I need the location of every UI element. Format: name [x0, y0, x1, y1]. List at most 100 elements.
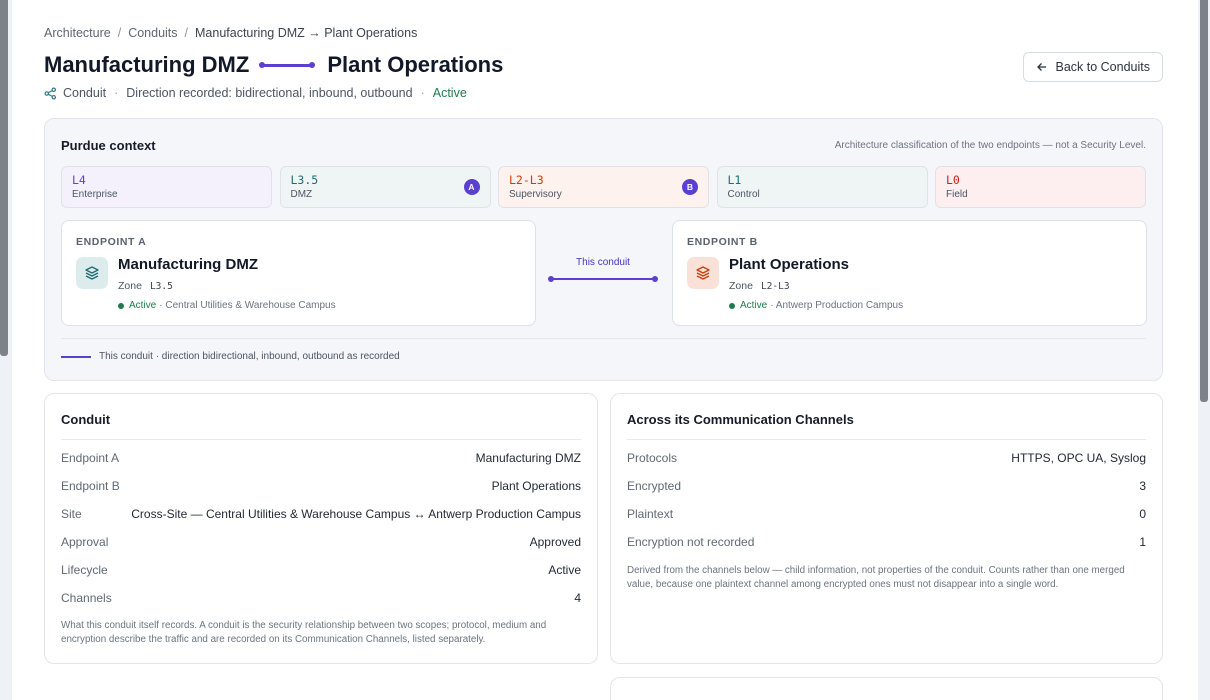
endpoint-a-status: Active · Central Utilities & Warehouse C…: [118, 300, 336, 311]
site-text: · Antwerp Production Campus: [770, 300, 904, 311]
zone-label: Zone: [729, 280, 753, 292]
channels-card: Across its Communication Channels Protoc…: [610, 393, 1163, 664]
meta-type: Conduit: [63, 86, 107, 100]
conduit-properties: Endpoint A Manufacturing DMZ Endpoint B Pl…: [61, 444, 581, 612]
property-row: Lifecycle Active: [61, 556, 581, 584]
title-endpoint-b: Plant Operations: [327, 52, 504, 77]
title-endpoint-a: Manufacturing DMZ: [44, 52, 250, 77]
conduit-link-icon: [259, 61, 316, 68]
conduit-legend: This conduit · direction bidirectional, …: [61, 338, 1146, 362]
property-row: Endpoint B Plant Operations: [61, 472, 581, 500]
back-button-label: Back to Conduits: [1055, 60, 1151, 74]
legend-line-icon: [61, 355, 91, 358]
endpoint-a-card[interactable]: ENDPOINT A Manufacturing DMZ Zone L3.5 Ac…: [61, 220, 536, 326]
level-code: L4: [72, 173, 86, 187]
endpoint-b-status: Active · Antwerp Production Campus: [729, 300, 903, 311]
page-title: Manufacturing DMZ Plant Operations: [44, 52, 503, 78]
endpoint-a-badge: A: [463, 179, 480, 195]
property-key: Endpoint A: [61, 451, 120, 465]
level-code: L3.5: [290, 173, 319, 187]
right-scrollbar[interactable]: [1200, 0, 1208, 402]
property-row: Channels 4: [61, 584, 581, 612]
conduit-connector: This conduit: [547, 257, 659, 282]
property-value: 3: [1139, 479, 1146, 493]
purdue-levels: L4 Enterprise L3.5 DMZ A L2-L3 Superviso…: [61, 166, 1146, 208]
property-row: Site Cross-Site — Central Utilities & War…: [61, 500, 581, 528]
breadcrumb: Architecture / Conduits / Manufacturing …: [44, 26, 417, 40]
level-name: Enterprise: [72, 189, 118, 200]
channel-summary: Protocols HTTPS, OPC UA, Syslog Encrypted…: [627, 444, 1146, 556]
conduit-connector-label: This conduit: [576, 257, 630, 268]
share-nodes-icon: [44, 87, 57, 100]
property-key: Site: [61, 507, 82, 521]
meta-status: Active: [432, 86, 467, 100]
channels-card-heading: Across its Communication Channels: [627, 412, 854, 427]
zone-code: L2-L3: [760, 281, 790, 292]
property-row: Approval Approved: [61, 528, 581, 556]
page: Architecture / Conduits / Manufacturing …: [12, 0, 1198, 700]
property-value: Approved: [529, 535, 581, 549]
property-value: Manufacturing DMZ: [475, 451, 581, 465]
property-key: Encrypted: [627, 479, 682, 493]
meta-separator: ·: [420, 86, 425, 100]
property-row: Encrypted 3: [627, 472, 1146, 500]
property-value: 4: [574, 591, 581, 605]
property-value: Cross-Site — Central Utilities & Warehou…: [131, 507, 581, 521]
status-dot-icon: [729, 302, 735, 309]
property-value: 0: [1139, 507, 1146, 521]
property-value: Active: [548, 563, 581, 577]
endpoint-b-name: Plant Operations: [729, 256, 850, 273]
conduit-line-icon: [548, 276, 658, 282]
endpoint-a-name: Manufacturing DMZ: [118, 256, 258, 273]
property-value: Plant Operations: [491, 479, 581, 493]
property-row: Encryption not recorded 1: [627, 528, 1146, 556]
endpoint-b-card[interactable]: ENDPOINT B Plant Operations Zone L2-L3 Ac…: [672, 220, 1147, 326]
level-code: L2-L3: [509, 173, 544, 187]
property-row: Endpoint A Manufacturing DMZ: [61, 444, 581, 472]
property-row: Plaintext 0: [627, 500, 1146, 528]
level-code: L1: [727, 173, 742, 187]
endpoint-b-zone: Zone L2-L3: [729, 280, 790, 292]
status-text: Active: [740, 300, 768, 311]
property-value: HTTPS, OPC UA, Syslog: [1011, 451, 1146, 465]
legend-text: This conduit · direction bidirectional, …: [99, 351, 400, 362]
property-key: Plaintext: [627, 507, 674, 521]
arrow-left-icon: [1036, 61, 1048, 73]
conduit-card: Conduit Endpoint A Manufacturing DMZ Endp…: [44, 393, 598, 664]
breadcrumb-current: Manufacturing DMZ → Plant Operations: [195, 26, 418, 40]
breadcrumb-architecture[interactable]: Architecture: [44, 26, 111, 40]
channels-card-footnote: Derived from the channels below — child …: [627, 565, 1125, 590]
endpoint-b-badge: B: [682, 179, 698, 195]
level-name: Control: [727, 189, 760, 200]
meta-row: Conduit · Direction recorded: bidirectio…: [44, 86, 467, 100]
back-to-conduits-button[interactable]: Back to Conduits: [1022, 52, 1163, 82]
property-value: 1: [1139, 535, 1146, 549]
meta-direction: Direction recorded: bidirectional, inbou…: [126, 86, 413, 100]
level-l1: L1 Control: [716, 166, 928, 208]
property-key: Approval: [61, 535, 109, 549]
level-l3-5: L3.5 DMZ A: [279, 166, 491, 208]
level-l4: L4 Enterprise: [61, 166, 272, 208]
level-name: Field: [946, 189, 968, 200]
layers-icon: [76, 257, 108, 289]
property-key: Endpoint B: [61, 479, 120, 493]
left-scrollbar[interactable]: [0, 0, 8, 356]
property-key: Protocols: [627, 451, 678, 465]
level-code: L0: [946, 173, 960, 187]
divider: [627, 439, 1146, 440]
conduit-card-heading: Conduit: [61, 412, 111, 427]
endpoint-b-label: ENDPOINT B: [687, 236, 758, 248]
breadcrumb-separator: /: [184, 26, 189, 40]
breadcrumb-conduits[interactable]: Conduits: [128, 26, 177, 40]
purdue-context-panel: Purdue context Architecture classificati…: [44, 118, 1163, 381]
level-l0: L0 Field: [935, 166, 1146, 208]
meta-separator: ·: [114, 86, 119, 100]
next-card-partial: [610, 677, 1163, 700]
purdue-heading: Purdue context: [61, 138, 156, 153]
status-dot-icon: [118, 302, 124, 309]
conduit-card-footnote: What this conduit itself records. A cond…: [61, 620, 547, 645]
level-l2-l3: L2-L3 Supervisory B: [498, 166, 709, 208]
breadcrumb-separator: /: [117, 26, 122, 40]
zone-label: Zone: [118, 280, 142, 292]
level-name: DMZ: [290, 189, 313, 200]
